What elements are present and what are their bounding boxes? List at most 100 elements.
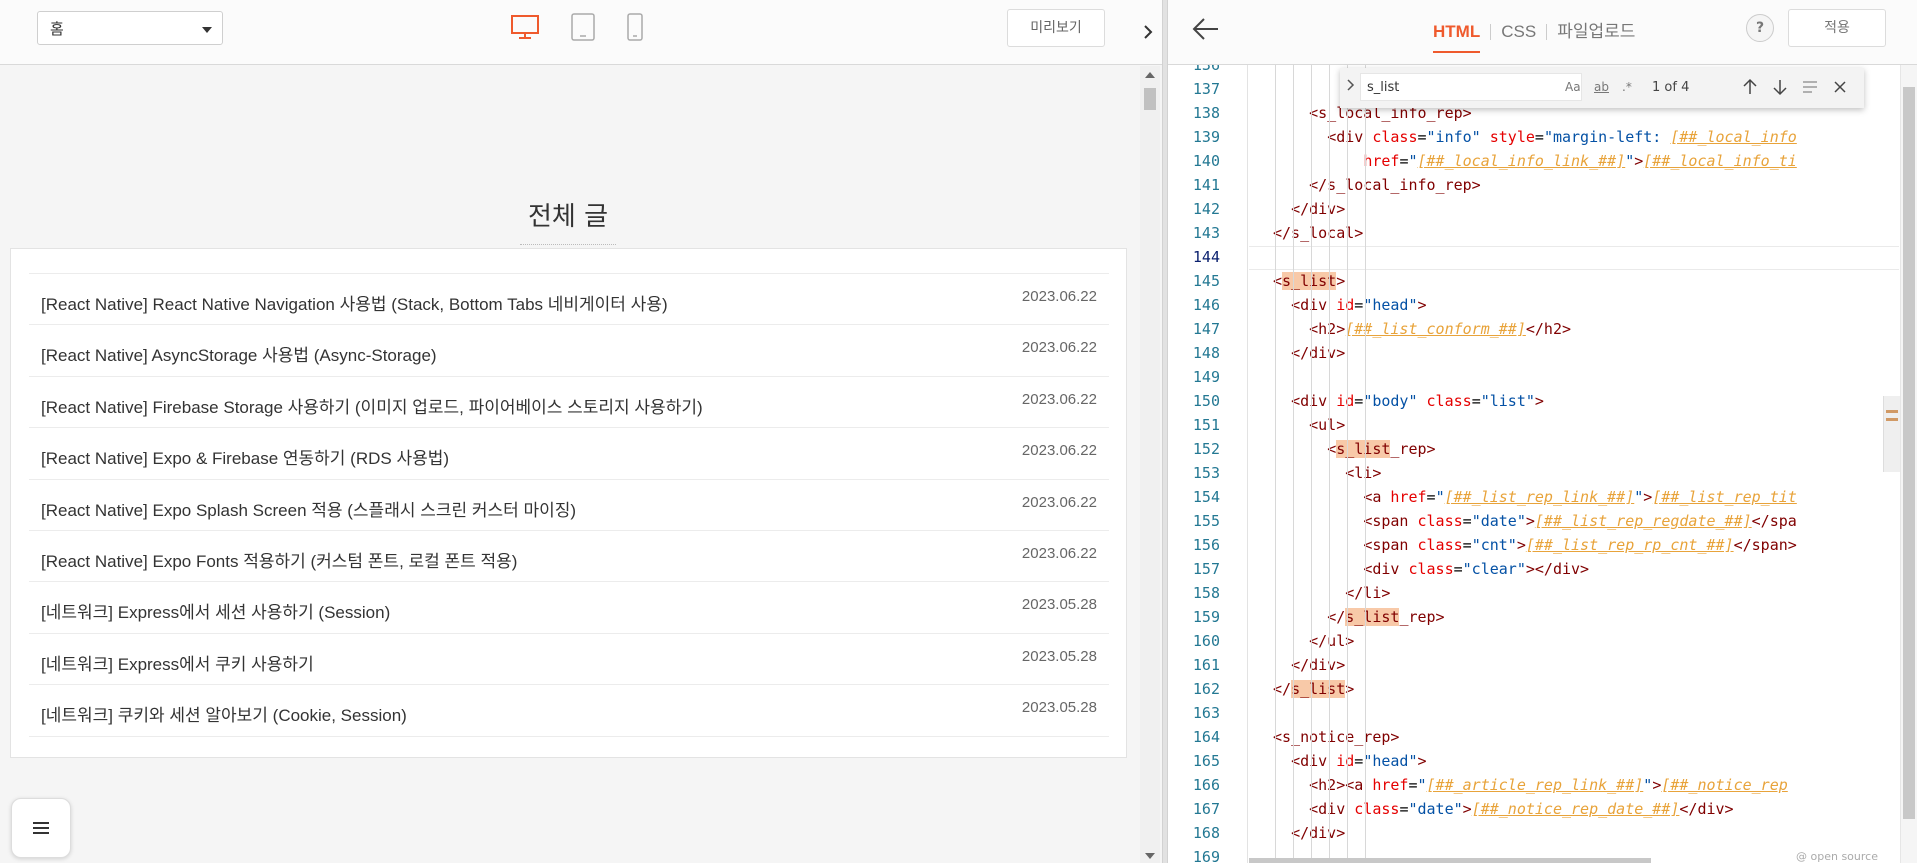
code-line[interactable]: </li> [1273, 581, 1390, 605]
post-list-item[interactable]: [React Native] Expo Splash Screen 적용 (스플… [29, 480, 1109, 531]
page-select[interactable]: 홈 [37, 11, 223, 45]
code-token: href [1372, 776, 1409, 794]
open-source-label[interactable]: @ open source [1790, 848, 1884, 865]
code-line[interactable]: <s_notice_rep> [1273, 725, 1399, 749]
preview-button[interactable]: 미리보기 [1007, 9, 1105, 47]
regex-toggle[interactable]: .* [1622, 80, 1632, 94]
code-line[interactable]: <h2>[##_list_conform_##]</h2> [1273, 317, 1571, 341]
code-line[interactable]: <div id="body" class="list"> [1273, 389, 1544, 413]
mobile-icon[interactable] [625, 12, 645, 42]
post-list-item[interactable]: [React Native] AsyncStorage 사용법 (Async-S… [29, 325, 1109, 377]
chevron-right-icon [1143, 25, 1152, 39]
post-list-item[interactable]: [React Native] Expo & Firebase 연동하기 (RDS… [29, 428, 1109, 480]
scroll-down-arrow-icon[interactable] [1145, 853, 1155, 859]
code-line[interactable]: </div> [1273, 653, 1345, 677]
apply-button[interactable]: 적용 [1788, 9, 1886, 47]
post-title-link[interactable]: [React Native] Firebase Storage 사용하기 (이미… [41, 393, 703, 418]
code-line[interactable]: </div> [1273, 197, 1345, 221]
preview-scrollbar[interactable] [1140, 66, 1160, 863]
match-case-toggle[interactable]: Aa [1565, 80, 1581, 94]
post-list-item[interactable]: [네트워크] Express에서 세션 사용하기 (Session) 2023.0… [29, 582, 1109, 634]
code-line[interactable]: </s_list_rep> [1273, 605, 1445, 629]
code-line[interactable]: <div class="clear"></div> [1273, 557, 1589, 581]
post-list-item[interactable]: [React Native] Expo Fonts 적용하기 (커스텀 폰트, … [29, 531, 1109, 583]
back-button[interactable] [1190, 14, 1222, 44]
code-line[interactable]: href="[##_local_info_link_##]">[##_local… [1273, 149, 1797, 173]
scroll-thumb[interactable] [1144, 88, 1156, 110]
line-number: 144 [1192, 248, 1220, 266]
previous-match-button[interactable] [1740, 76, 1760, 98]
tablet-icon[interactable] [570, 12, 596, 42]
post-list-item[interactable]: [React Native] Firebase Storage 사용하기 (이미… [29, 377, 1109, 429]
match-marker [1886, 410, 1898, 413]
post-title-link[interactable]: [React Native] Expo & Firebase 연동하기 (RDS… [41, 444, 449, 469]
editor-horizontal-scrollbar[interactable] [1249, 858, 1651, 863]
code-line[interactable]: <div class="date">[##_notice_rep_date_##… [1273, 797, 1733, 821]
post-title-link[interactable]: [React Native] React Native Navigation 사… [41, 290, 668, 315]
code-line[interactable]: </ul> [1273, 629, 1354, 653]
code-line[interactable]: <div id="head"> [1273, 749, 1426, 773]
code-token: <li> [1345, 464, 1382, 482]
code-line[interactable]: <span class="date">[##_list_rep_regdate_… [1273, 509, 1797, 533]
post-date: 2023.06.22 [1021, 493, 1097, 511]
code-token: = [1462, 536, 1472, 554]
post-list-item[interactable]: [네트워크] Express에서 쿠키 사용하기 2023.05.28 [29, 634, 1109, 686]
post-title-link[interactable]: [네트워크] Express에서 세션 사용하기 (Session) [41, 598, 390, 623]
code-token: </h2> [1525, 320, 1572, 338]
code-line[interactable]: </s_list> [1273, 677, 1354, 701]
menu-button[interactable] [11, 798, 71, 858]
code-line[interactable]: </s_local> [1273, 221, 1363, 245]
code-token: > [1634, 152, 1644, 170]
code-line[interactable]: </s_local_info_rep> [1273, 173, 1481, 197]
code-token: [##_list_rep_regdate_##] [1534, 512, 1752, 530]
code-token: [##_notice_rep [1661, 776, 1788, 794]
code-line[interactable]: <s_list> [1273, 269, 1345, 293]
code-token: "date" [1471, 512, 1526, 530]
search-match-highlight: s_list [1345, 608, 1400, 626]
find-input[interactable] [1360, 73, 1582, 101]
chevron-right-icon[interactable] [1346, 78, 1356, 96]
post-title-link[interactable]: [네트워크] Express에서 쿠키 사용하기 [41, 650, 314, 675]
collapse-pane-button[interactable] [1133, 0, 1162, 64]
tab-file-upload[interactable]: 파일업로드 [1547, 19, 1645, 45]
post-list-item[interactable]: [React Native] React Native Navigation 사… [29, 274, 1109, 326]
scroll-up-arrow-icon[interactable] [1145, 72, 1155, 78]
whole-word-toggle[interactable]: ab [1594, 80, 1609, 94]
post-title-link[interactable]: [React Native] AsyncStorage 사용법 (Async-S… [41, 341, 437, 366]
code-editor[interactable]: 136 137 138 139 140 141 142 143 144 145 146 147 148 1… [1168, 65, 1917, 863]
code-line[interactable]: </div> [1273, 821, 1345, 845]
code-line[interactable]: <ul> [1273, 413, 1345, 437]
code-line[interactable]: </div> [1273, 341, 1345, 365]
code-line[interactable]: <span class="cnt">[##_list_rep_rp_cnt_##… [1273, 533, 1797, 557]
code-token: </spa [1751, 512, 1797, 530]
post-title-link[interactable]: [React Native] Expo Fonts 적용하기 (커스텀 폰트, … [41, 547, 517, 572]
code-line[interactable]: <s_list_rep> [1273, 437, 1436, 461]
next-match-button[interactable] [1770, 76, 1790, 98]
post-list-card: [React Native] React Native Navigation 사… [10, 248, 1127, 758]
overview-ruler [1883, 396, 1900, 472]
desktop-icon[interactable] [510, 12, 540, 42]
indent-guide [1347, 65, 1349, 863]
code-line[interactable]: <div class="info" style="margin-left: [#… [1273, 125, 1797, 149]
code-line[interactable]: <div id="head"> [1273, 293, 1426, 317]
scroll-thumb[interactable] [1903, 87, 1915, 819]
code-token: " [1625, 152, 1635, 170]
tab-html[interactable]: HTML [1423, 19, 1490, 53]
code-token: > [1534, 392, 1544, 410]
code-line[interactable]: <h2><a href="[##_article_rep_link_##]">[… [1273, 773, 1788, 797]
editor-scrollbar[interactable] [1900, 65, 1917, 863]
help-button[interactable]: ? [1746, 14, 1774, 42]
post-title-link[interactable]: [React Native] Expo Splash Screen 적용 (스플… [41, 496, 576, 521]
post-title-link[interactable]: [네트워크] 쿠키와 세션 알아보기 (Cookie, Session) [41, 701, 407, 726]
match-marker [1886, 418, 1898, 421]
post-list-item[interactable]: [네트워크] 쿠키와 세션 알아보기 (Cookie, Session) 2023… [29, 685, 1109, 737]
find-in-selection-button[interactable] [1800, 76, 1820, 98]
hamburger-icon [33, 822, 49, 834]
code-line[interactable]: <a href="[##_list_rep_link_##]">[##_list… [1273, 485, 1797, 509]
close-find-button[interactable] [1830, 76, 1850, 98]
tab-css[interactable]: CSS [1491, 19, 1546, 45]
